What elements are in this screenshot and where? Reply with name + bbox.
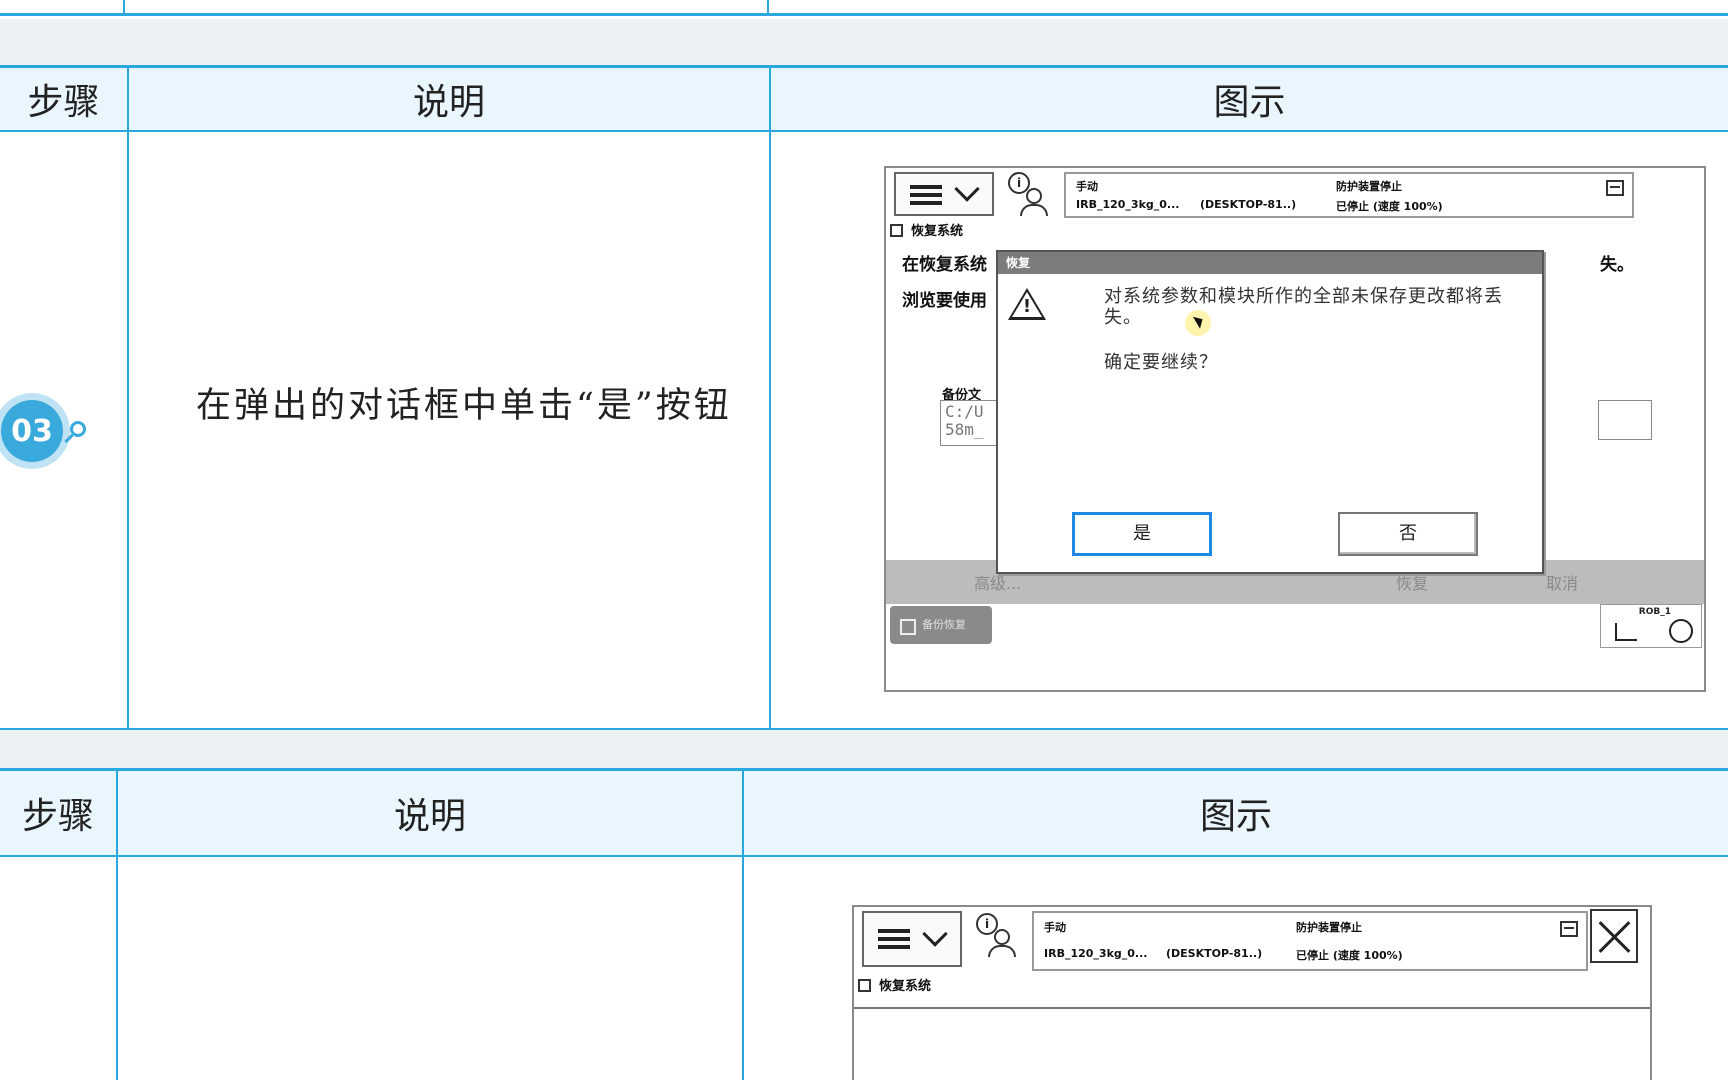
background-text: 失。 [1600, 255, 1634, 275]
top-bar: i 手动 IRB_120_3kg_0... (DESKTOP-81..) 防护装… [854, 907, 1650, 973]
step-table-3: 步骤 说明 图示 03 在弹出的对话框中单击“是”按钮 i 手动 IRB_120… [0, 65, 1728, 731]
window-icon [1560, 921, 1578, 937]
header-figure: 图示 [1213, 82, 1286, 123]
background-text: 在恢复系统 [902, 255, 987, 275]
event-log-icon[interactable]: i [976, 913, 1022, 959]
column-divider [116, 771, 118, 1080]
status-bar: 手动 IRB_120_3kg_0... (DESKTOP-81..) 防护装置停… [1064, 172, 1634, 218]
status-host: (DESKTOP-81..) [1166, 947, 1263, 960]
column-divider [127, 68, 129, 730]
app-icon [858, 979, 871, 992]
status-state: 已停止 (速度 100%) [1336, 200, 1443, 213]
status-robot: IRB_120_3kg_0... [1076, 198, 1180, 211]
yes-button[interactable]: 是 [1072, 512, 1212, 556]
status-bar: 手动 IRB_120_3kg_0... (DESKTOP-81..) 防护装置停… [1032, 911, 1588, 971]
app-subtitle: 恢复系统 [858, 975, 931, 994]
step-table-4: 步骤 说明 图示 i 手动 IRB_120_3kg_0... (DESKTOP-… [0, 768, 1728, 1080]
window-icon [1606, 180, 1624, 196]
browse-button[interactable] [1598, 400, 1652, 440]
axes-icon [1615, 623, 1637, 641]
status-state: 已停止 (速度 100%) [1296, 949, 1403, 962]
top-bar: i 手动 IRB_120_3kg_0... (DESKTOP-81..) 防护装… [886, 168, 1704, 222]
header-step: 步骤 [21, 796, 94, 837]
confirm-dialog: 恢复 ! 对系统参数和模块所作的全部未保存更改都将丢失。 确定要继续？ 是 否 [996, 250, 1544, 574]
divider [854, 1007, 1650, 1009]
robot-label: ROB_1 [1638, 607, 1671, 617]
table-header: 步骤 说明 图示 [0, 771, 1728, 857]
table-header: 步骤 说明 图示 [0, 68, 1728, 132]
dialog-title: 恢复 [998, 252, 1542, 274]
step-badge: 03 [0, 393, 102, 469]
no-button[interactable]: 否 [1338, 512, 1478, 556]
header-description: 说明 [393, 796, 466, 837]
taskbar-backup-restore[interactable]: 备份恢复 [890, 606, 992, 644]
step-number: 03 [1, 400, 63, 462]
event-log-icon[interactable]: i [1008, 172, 1054, 218]
column-divider [742, 771, 744, 1080]
header-figure: 图示 [1199, 796, 1272, 837]
menu-icon [910, 185, 942, 205]
previous-table-bottom [0, 0, 1728, 16]
status-mode: 手动 [1044, 921, 1066, 934]
status-mode: 手动 [1076, 180, 1098, 193]
speed-icon [1669, 619, 1693, 643]
background-text: 浏览要使用 [902, 291, 987, 311]
status-guard: 防护装置停止 [1336, 180, 1402, 193]
app-icon [890, 224, 903, 237]
status-guard: 防护装置停止 [1296, 921, 1362, 934]
dialog-question: 确定要继续？ [1104, 352, 1218, 373]
header-step: 步骤 [27, 82, 100, 123]
app-subtitle: 恢复系统 [890, 220, 963, 239]
column-divider [769, 68, 771, 730]
status-host: (DESKTOP-81..) [1200, 198, 1297, 211]
chevron-down-icon [954, 176, 980, 202]
header-description: 说明 [412, 82, 485, 123]
dialog-message: 对系统参数和模块所作的全部未保存更改都将丢失。 [1104, 286, 1503, 328]
quickset-robot[interactable]: ROB_1 [1600, 604, 1702, 648]
step-description: 在弹出的对话框中单击“是”按钮 [196, 386, 732, 426]
flexpendant-screenshot: i 手动 IRB_120_3kg_0... (DESKTOP-81..) 防护装… [884, 166, 1706, 692]
main-menu-button[interactable] [894, 172, 994, 216]
main-menu-button[interactable] [862, 911, 962, 967]
close-icon[interactable] [1590, 909, 1638, 963]
page-gap [0, 19, 1728, 65]
backup-path-field[interactable]: C:/U 58m_ [940, 400, 1000, 446]
column-divider [123, 0, 125, 14]
flexpendant-screenshot: i 手动 IRB_120_3kg_0... (DESKTOP-81..) 防护装… [852, 905, 1652, 1080]
page-gap [0, 730, 1728, 768]
menu-icon [878, 929, 910, 949]
chevron-down-icon [922, 921, 948, 947]
status-robot: IRB_120_3kg_0... [1044, 947, 1148, 960]
column-divider [767, 0, 769, 14]
cancel-button[interactable]: 取消 [1546, 570, 1578, 594]
